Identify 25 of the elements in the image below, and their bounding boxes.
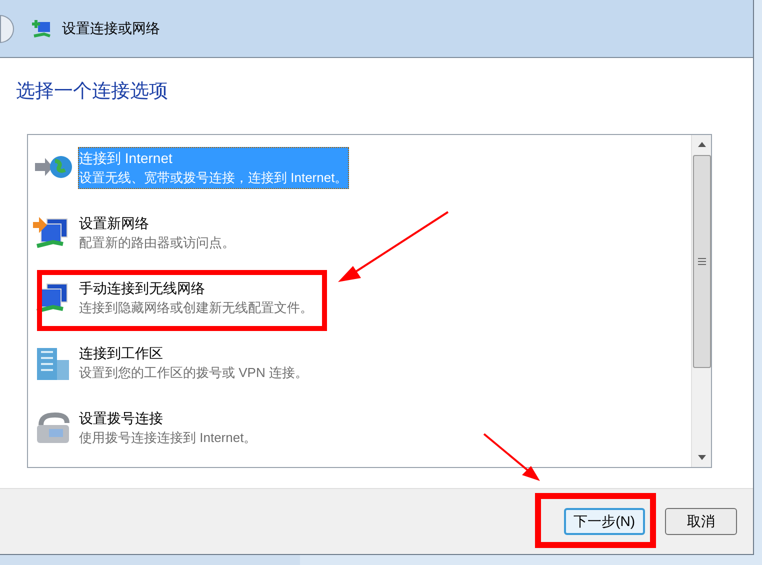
scrollbar-thumb[interactable] (692, 154, 710, 368)
dialog-heading: 选择一个连接选项 (15, 80, 169, 104)
connection-option[interactable]: 设置拨号连接 使用拨号连接连接到 Internet。 (32, 406, 691, 456)
option-title: 连接到 Internet (79, 148, 174, 168)
option-title: 连接到工作区 (79, 344, 164, 362)
option-description: 配置新的路由器或访问点。 (79, 234, 235, 252)
option-title: 设置新网络 (79, 214, 150, 232)
connection-option[interactable]: 手动连接到无线网络 连接到隐藏网络或创建新无线配置文件。 (32, 276, 691, 326)
next-button[interactable]: 下一步(N) (564, 508, 645, 535)
scroll-down-icon[interactable] (698, 454, 706, 460)
annotation-arrow (483, 433, 543, 483)
window-title: 设置连接或网络 (62, 19, 160, 38)
scroll-up-icon[interactable] (698, 142, 706, 146)
scrollbar[interactable] (691, 134, 711, 466)
option-description: 使用拨号连接连接到 Internet。 (79, 428, 257, 446)
connection-option[interactable]: 设置新网络 配置新的路由器或访问点。 (32, 212, 691, 262)
cancel-button[interactable]: 取消 (665, 508, 737, 535)
option-description: 连接到隐藏网络或创建新无线配置文件。 (79, 298, 313, 316)
option-title: 设置拨号连接 (79, 408, 164, 428)
option-description: 设置无线、宽带或拨号连接，连接到 Internet。 (79, 168, 348, 186)
grip-icon (698, 258, 706, 264)
option-title: 手动连接到无线网络 (79, 278, 206, 298)
back-button[interactable] (0, 14, 14, 42)
connection-option[interactable]: 连接到工作区 设置到您的工作区的拨号或 VPN 连接。 (32, 342, 691, 392)
option-description: 设置到您的工作区的拨号或 VPN 连接。 (79, 364, 308, 382)
